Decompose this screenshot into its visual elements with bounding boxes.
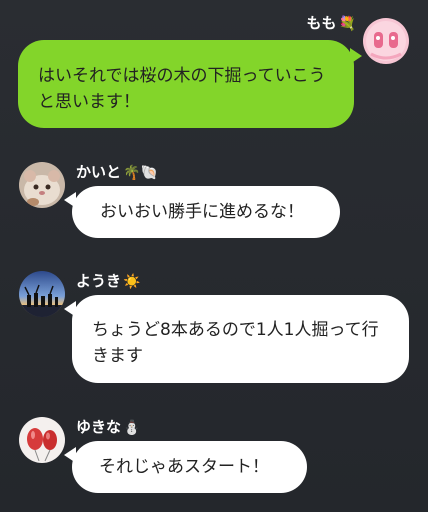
message-bubble[interactable]: はいそれでは桜の木の下掘っていこうと思います！ bbox=[18, 40, 354, 128]
message-text: ちょうど8本あるので1人1人掘って行きます bbox=[92, 320, 379, 366]
sender-name: もも 💐 bbox=[307, 13, 356, 34]
avatar[interactable] bbox=[363, 18, 409, 64]
bouquet-icon: 💐 bbox=[338, 16, 356, 32]
hamster-avatar-icon bbox=[19, 162, 65, 208]
balloon-avatar-icon bbox=[19, 417, 65, 463]
message-bubble[interactable]: おいおい勝手に進めるな！ bbox=[72, 186, 340, 238]
message-bubble[interactable]: ちょうど8本あるので1人1人掘って行きます bbox=[72, 295, 409, 383]
bubble-tail bbox=[64, 192, 76, 208]
sun-icon: ☀️ bbox=[123, 274, 141, 290]
message-text: それじゃあスタート！ bbox=[99, 457, 269, 477]
chat-screen: もも 💐 はいそれでは桜の木の下掘っていこうと思います！ かいと 🌴🐚 おいおい… bbox=[0, 0, 428, 512]
sender-name-text: ようき bbox=[76, 272, 122, 290]
sender-name-text: かいと bbox=[76, 163, 122, 181]
avatar[interactable] bbox=[19, 271, 65, 317]
pink-character-avatar-icon bbox=[363, 18, 409, 64]
sender-name-text: もも bbox=[306, 14, 337, 32]
avatar[interactable] bbox=[19, 417, 65, 463]
sunset-group-avatar-icon bbox=[19, 271, 65, 317]
message-text: はいそれでは桜の木の下掘っていこうと思います！ bbox=[38, 66, 326, 112]
avatar[interactable] bbox=[19, 162, 65, 208]
sender-name: かいと 🌴🐚 bbox=[76, 162, 158, 183]
message-text: おいおい勝手に進めるな！ bbox=[100, 202, 304, 222]
sender-name-text: ゆきな bbox=[76, 418, 122, 436]
bubble-tail bbox=[64, 447, 76, 463]
snowman-icon: ⛄ bbox=[123, 420, 141, 436]
bubble-tail bbox=[64, 301, 76, 317]
message-bubble[interactable]: それじゃあスタート！ bbox=[72, 441, 307, 493]
palm-tree-shell-icon: 🌴🐚 bbox=[123, 165, 158, 181]
bubble-tail bbox=[350, 48, 362, 64]
sender-name: ゆきな ⛄ bbox=[76, 417, 140, 438]
sender-name: ようき ☀️ bbox=[76, 271, 140, 292]
